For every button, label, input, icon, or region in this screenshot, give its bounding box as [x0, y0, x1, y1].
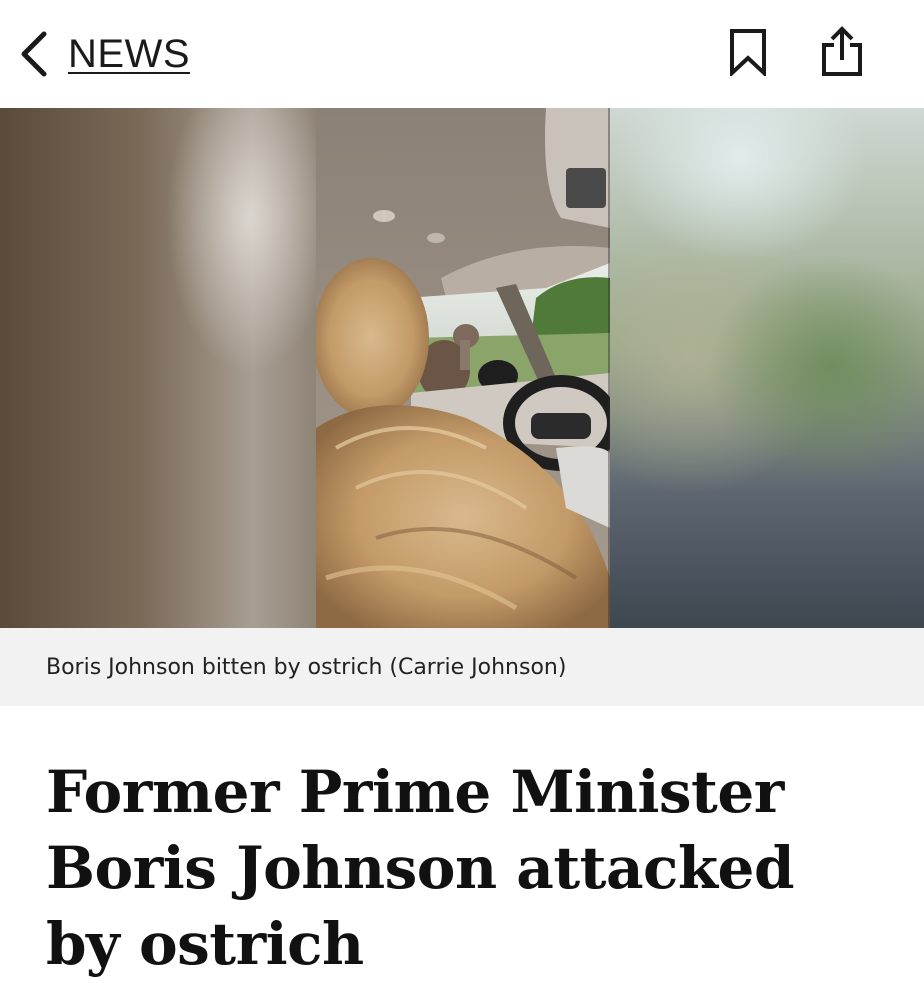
article-headline: Former Prime Minister Boris Johnson atta… — [46, 758, 795, 978]
bookmark-button[interactable] — [720, 24, 776, 80]
share-button[interactable] — [814, 24, 870, 80]
bookmark-icon — [730, 29, 766, 76]
blurred-frame-left — [0, 108, 316, 628]
top-nav-bar: NEWS — [0, 0, 924, 108]
article-video[interactable] — [0, 108, 924, 628]
blurred-frame-right — [610, 108, 924, 628]
back-button-label: NEWS — [68, 31, 190, 76]
video-frame-car-interior — [316, 108, 610, 628]
image-caption-bar: Boris Johnson bitten by ostrich (Carrie … — [0, 628, 924, 706]
chevron-left-icon — [21, 31, 47, 77]
back-button[interactable]: NEWS — [16, 22, 190, 86]
share-icon — [822, 26, 862, 76]
image-caption: Boris Johnson bitten by ostrich (Carrie … — [46, 654, 567, 680]
